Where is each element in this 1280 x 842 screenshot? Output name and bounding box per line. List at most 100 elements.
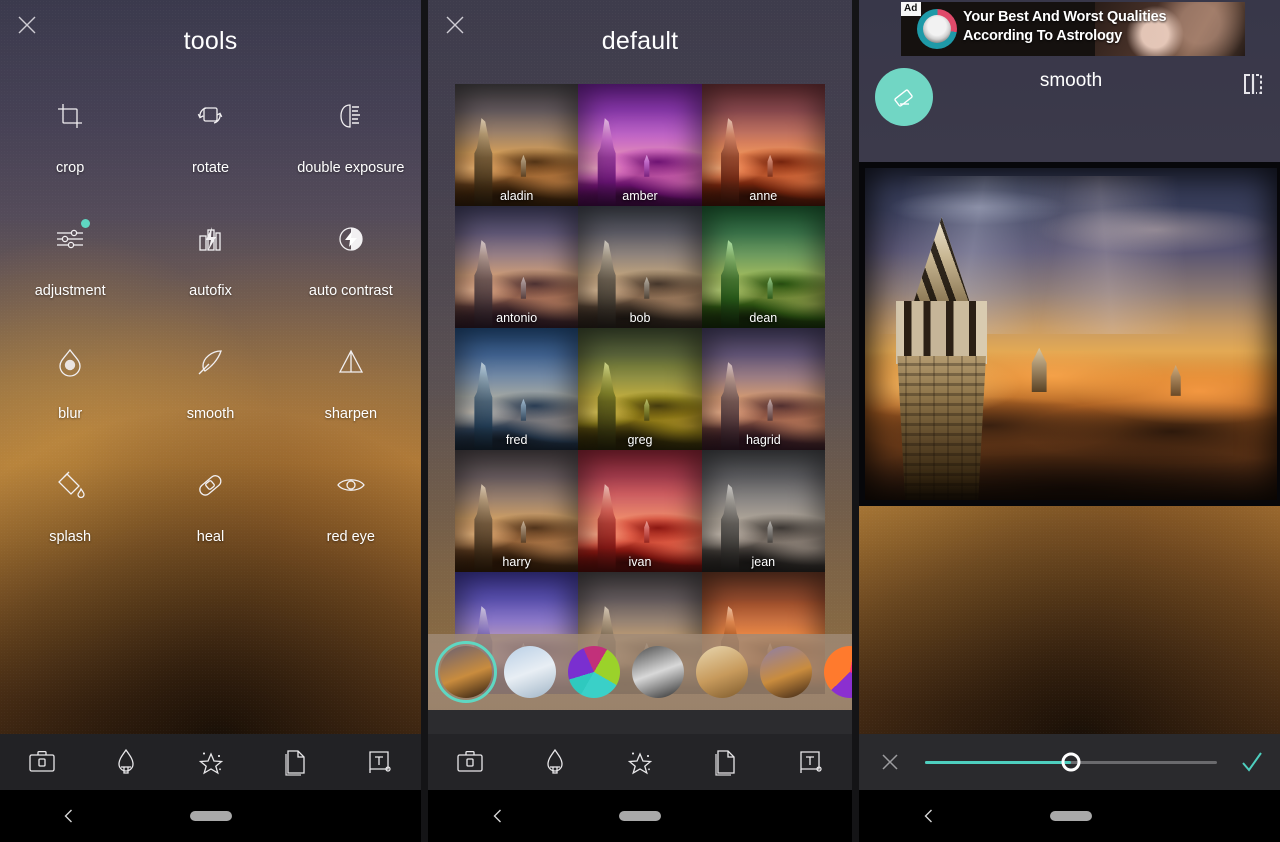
splash-paint-bucket-icon <box>48 463 92 507</box>
preview-vignette <box>578 450 701 572</box>
confirm-button[interactable] <box>1221 748 1280 776</box>
filter-preview-image <box>578 328 702 450</box>
ad-headline-line2: According To Astrology <box>963 28 1123 44</box>
carousel-thumb-dusk[interactable] <box>760 646 812 698</box>
chevron-left-icon[interactable] <box>0 807 139 825</box>
filter-name-label: antonio <box>496 311 538 325</box>
sharpen-triangle-icon <box>329 340 373 384</box>
carousel-thumb-sepia[interactable] <box>696 646 748 698</box>
tool-label: double exposure <box>297 160 405 176</box>
tool-blur[interactable]: blur <box>0 332 140 455</box>
filter-grid: aladin amber anne antonio bob dean fred greg hag… <box>455 84 825 694</box>
heal-bandage-icon <box>188 463 232 507</box>
tab-text[interactable] <box>337 734 421 790</box>
filter-tile-aladin[interactable]: aladin <box>455 84 579 206</box>
slider-thumb[interactable] <box>1061 752 1081 772</box>
tab-text[interactable] <box>767 734 852 790</box>
filter-tile-bob[interactable]: bob <box>578 206 702 328</box>
tab-tools[interactable] <box>428 734 513 790</box>
filter-preview-image <box>455 328 579 450</box>
preview-vignette <box>578 328 701 450</box>
ad-headline: Your Best And Worst Qualities According … <box>963 8 1167 46</box>
compare-before-after-icon[interactable] <box>1237 68 1269 100</box>
preview-vignette <box>578 206 701 328</box>
carousel-thumb-neon[interactable] <box>824 646 852 698</box>
filter-tile-jean[interactable]: jean <box>701 450 825 572</box>
filter-tile-antonio[interactable]: antonio <box>455 206 579 328</box>
tools-grid: crop rotate double exposure adjustment a… <box>0 86 421 578</box>
tool-red-eye[interactable]: red eye <box>281 455 421 578</box>
bottom-tabbar <box>0 734 421 794</box>
tab-brush[interactable] <box>84 734 168 790</box>
chevron-left-icon[interactable] <box>859 807 999 825</box>
cancel-button[interactable] <box>859 750 921 774</box>
chevron-left-icon[interactable] <box>428 807 568 825</box>
filter-name-label: bob <box>629 311 651 325</box>
carousel-thumb-pop[interactable] <box>568 646 620 698</box>
tool-label: crop <box>56 160 85 176</box>
home-pill-indicator[interactable] <box>619 811 661 821</box>
ad-badge: Ad <box>901 2 922 16</box>
filter-tile-hagrid[interactable]: hagrid <box>701 328 825 450</box>
tab-effects[interactable] <box>598 734 683 794</box>
tool-label: smooth <box>186 406 235 422</box>
tool-label: auto contrast <box>308 283 393 299</box>
filter-name-label: aladin <box>499 189 534 203</box>
home-pill-indicator[interactable] <box>189 811 232 821</box>
tab-layers[interactable] <box>253 734 337 790</box>
adjustment-new-badge <box>81 219 91 228</box>
tool-rotate[interactable]: rotate <box>140 86 280 209</box>
ad-banner[interactable]: Ad Your Best And Worst Qualities Accordi… <box>901 2 1245 56</box>
edited-photo-canvas[interactable] <box>859 162 1280 506</box>
tool-splash[interactable]: splash <box>0 455 140 578</box>
page-title: default <box>601 27 679 55</box>
panel-tools: tools crop rotate double exposure adjust… <box>0 0 421 842</box>
blurred-photo-background <box>859 506 1280 734</box>
system-navigation-bar <box>428 790 852 842</box>
ad-headline-line1: Your Best And Worst Qualities <box>963 9 1167 25</box>
home-pill-indicator[interactable] <box>1050 811 1092 821</box>
filter-tile-dean[interactable]: dean <box>701 206 825 328</box>
panel-filters: default aladin amber anne antonio bob dean fre… <box>428 0 852 842</box>
double-exposure-icon <box>329 94 373 138</box>
filter-tile-amber[interactable]: amber <box>578 84 702 206</box>
tab-brush[interactable] <box>513 734 598 790</box>
preview-vignette <box>455 84 578 206</box>
filter-carousel[interactable] <box>428 634 852 710</box>
filter-tile-anne[interactable]: anne <box>701 84 825 206</box>
tool-autofix[interactable]: autofix <box>140 209 280 332</box>
auto-contrast-icon <box>329 217 373 261</box>
tool-auto-contrast[interactable]: auto contrast <box>281 209 421 332</box>
filter-preview-image <box>701 450 825 572</box>
tool-double-exposure[interactable]: double exposure <box>281 86 421 209</box>
tab-effects[interactable] <box>168 734 252 790</box>
tool-label: autofix <box>189 283 232 299</box>
autofix-bars-icon <box>188 217 232 261</box>
filter-preview-image <box>701 206 825 328</box>
tool-label: adjustment <box>34 283 106 299</box>
filter-tile-fred[interactable]: fred <box>455 328 579 450</box>
filter-tile-ivan[interactable]: ivan <box>578 450 702 572</box>
carousel-thumb-original[interactable] <box>435 641 497 703</box>
tool-heal[interactable]: heal <box>140 455 280 578</box>
filter-name-label: jean <box>751 555 776 569</box>
tab-tools[interactable] <box>0 734 84 794</box>
editor-header: Ad Your Best And Worst Qualities Accordi… <box>859 0 1280 162</box>
tab-layers[interactable] <box>682 734 767 790</box>
editor-toolbar: smooth <box>859 56 1280 162</box>
preview-vignette <box>455 206 578 328</box>
preview-vignette <box>578 84 701 206</box>
preview-vignette <box>455 450 578 572</box>
intensity-slider[interactable] <box>925 752 1217 772</box>
tool-adjustment[interactable]: adjustment <box>0 209 140 332</box>
filter-preview-image <box>701 84 825 206</box>
carousel-thumb-cool[interactable] <box>504 646 556 698</box>
filter-tile-harry[interactable]: harry <box>455 450 579 572</box>
tool-smooth[interactable]: smooth <box>140 332 280 455</box>
system-navigation-bar <box>859 790 1280 842</box>
bottom-tabbar <box>428 734 852 794</box>
tool-sharpen[interactable]: sharpen <box>281 332 421 455</box>
tool-crop[interactable]: crop <box>0 86 140 209</box>
filter-tile-greg[interactable]: greg <box>578 328 702 450</box>
carousel-thumb-mono[interactable] <box>632 646 684 698</box>
